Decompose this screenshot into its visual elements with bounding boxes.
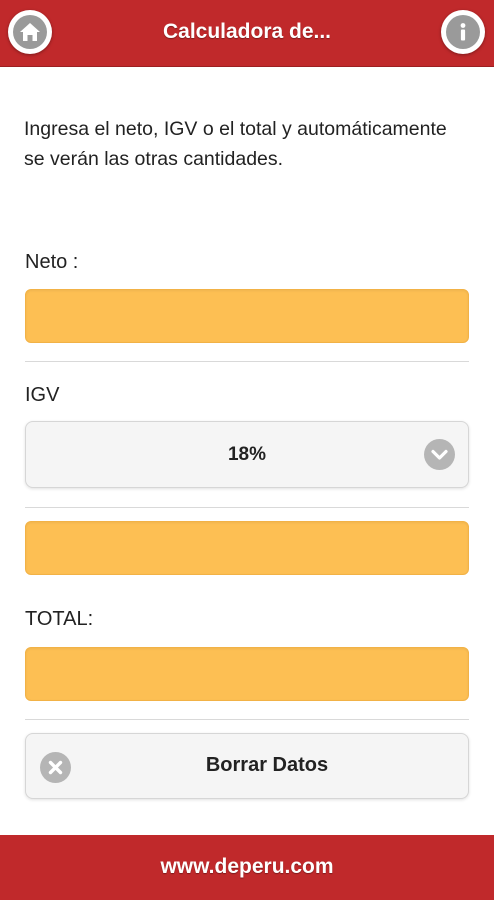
chevron-down-icon — [424, 439, 455, 470]
info-button[interactable] — [441, 10, 485, 54]
header-bar: Calculadora de... — [0, 0, 494, 67]
igv-label: IGV — [25, 384, 60, 406]
clear-data-label: Borrar Datos — [205, 754, 329, 776]
total-label: TOTAL: — [25, 608, 94, 630]
neto-label: Neto : — [25, 251, 79, 273]
igv-rate-value: 18% — [227, 444, 267, 465]
divider — [25, 507, 469, 508]
divider — [25, 719, 469, 720]
igv-rate-select[interactable]: 18% — [25, 421, 469, 488]
page-title: Calculadora de... — [162, 20, 332, 43]
home-button[interactable] — [8, 10, 52, 54]
info-icon — [446, 15, 480, 49]
footer-link[interactable]: www.deperu.com — [0, 835, 494, 900]
home-icon — [13, 15, 47, 49]
igv-input[interactable] — [25, 521, 469, 575]
intro-text: Ingresa el neto, IGV o el total y automá… — [24, 118, 447, 170]
divider — [25, 361, 469, 362]
clear-data-button[interactable]: Borrar Datos — [25, 733, 469, 799]
neto-input[interactable] — [25, 289, 469, 343]
total-input[interactable] — [25, 647, 469, 701]
footer-bar: www.deperu.com — [0, 835, 494, 900]
